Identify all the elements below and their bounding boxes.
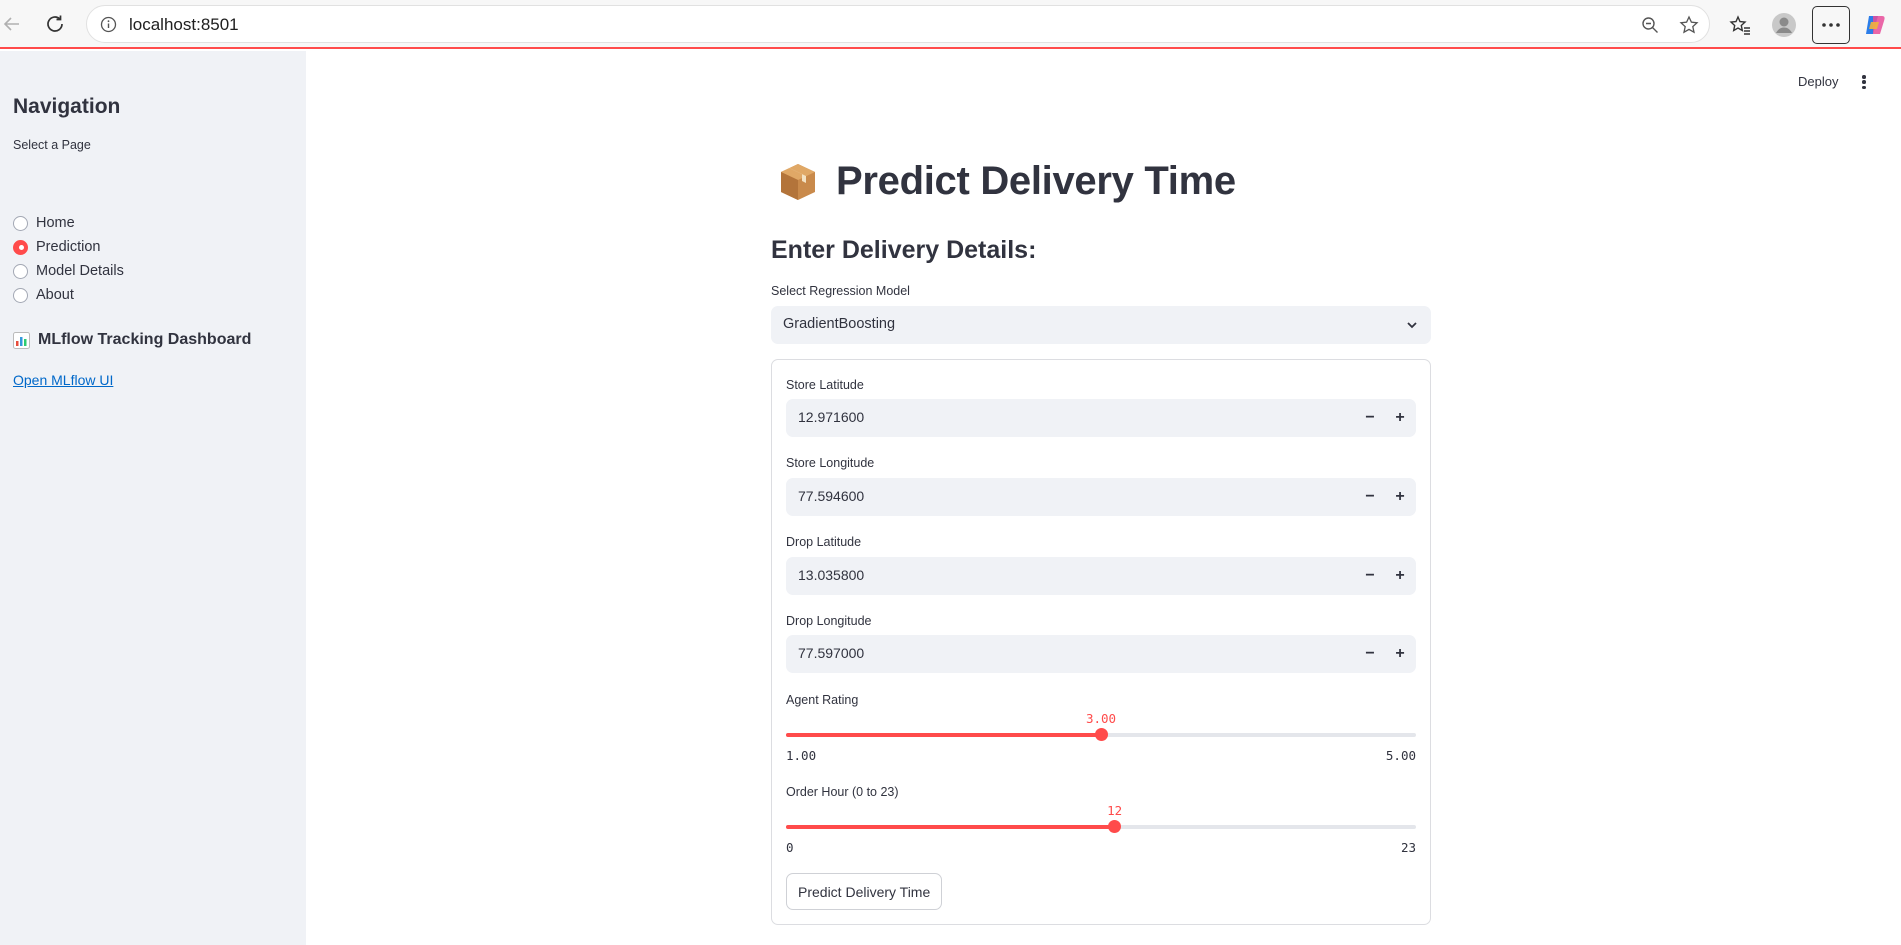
reload-icon[interactable] bbox=[43, 12, 67, 36]
increment-button[interactable]: + bbox=[1388, 485, 1412, 509]
bar-chart-icon bbox=[13, 331, 30, 349]
profile-avatar-icon[interactable] bbox=[1771, 12, 1797, 38]
page-title: Predict Delivery Time bbox=[776, 159, 1236, 204]
back-arrow-icon[interactable] bbox=[0, 12, 24, 36]
agent-rating-label: Agent Rating bbox=[786, 693, 859, 707]
model-select-label: Select Regression Model bbox=[771, 284, 910, 298]
drop-longitude-value: 77.597000 bbox=[798, 645, 865, 661]
store-longitude-value: 77.594600 bbox=[798, 488, 865, 504]
mlflow-subheader: MLflow Tracking Dashboard bbox=[13, 331, 251, 349]
main-menu-icon[interactable] bbox=[1857, 73, 1871, 91]
increment-button[interactable]: + bbox=[1388, 642, 1412, 666]
drop-latitude-label: Drop Latitude bbox=[786, 535, 862, 549]
model-select-dropdown[interactable]: GradientBoosting bbox=[771, 306, 1431, 344]
sidebar-title: Navigation bbox=[13, 95, 121, 118]
increment-button[interactable]: + bbox=[1388, 406, 1412, 430]
model-select-value: GradientBoosting bbox=[783, 316, 896, 332]
zoom-out-icon[interactable] bbox=[1641, 16, 1659, 39]
slider-fill bbox=[786, 825, 1115, 829]
drop-latitude-value: 13.035800 bbox=[798, 567, 865, 583]
agent-rating-slider[interactable] bbox=[786, 728, 1416, 741]
radio-label: About bbox=[36, 287, 74, 303]
address-bar[interactable]: localhost:8501 bbox=[86, 5, 1710, 43]
agent-rating-value: 3.00 bbox=[1085, 711, 1117, 726]
more-menu-icon[interactable] bbox=[1812, 6, 1850, 44]
radio-label: Prediction bbox=[36, 239, 101, 255]
order-hour-slider[interactable] bbox=[786, 820, 1416, 833]
radio-button-selected[interactable] bbox=[13, 239, 28, 255]
decrement-button[interactable]: − bbox=[1358, 406, 1382, 430]
page-select-label: Select a Page bbox=[13, 138, 91, 152]
predict-delivery-time-button[interactable]: Predict Delivery Time bbox=[786, 873, 943, 910]
radio-button[interactable] bbox=[13, 263, 28, 279]
drop-longitude-label: Drop Longitude bbox=[786, 614, 872, 628]
radio-label: Home bbox=[36, 215, 75, 231]
sidebar-radio-prediction[interactable]: Prediction bbox=[13, 237, 100, 257]
agent-rating-max: 5.00 bbox=[1385, 748, 1416, 763]
browser-toolbar: localhost:8501 bbox=[0, 0, 1901, 49]
deploy-button[interactable]: Deploy bbox=[1798, 74, 1838, 89]
radio-label: Model Details bbox=[36, 263, 124, 279]
slider-fill bbox=[786, 733, 1101, 737]
radio-button[interactable] bbox=[13, 215, 28, 231]
order-hour-max: 23 bbox=[1400, 840, 1416, 855]
increment-button[interactable]: + bbox=[1388, 564, 1412, 588]
info-icon[interactable] bbox=[100, 16, 117, 33]
package-box-icon bbox=[776, 160, 820, 204]
store-latitude-input[interactable]: 12.971600 − + bbox=[786, 399, 1416, 437]
sidebar-radio-home[interactable]: Home bbox=[13, 213, 75, 233]
chevron-down-icon bbox=[1405, 318, 1419, 337]
radio-button[interactable] bbox=[13, 287, 28, 303]
order-hour-label: Order Hour (0 to 23) bbox=[786, 785, 899, 799]
mlflow-subheader-text: MLflow Tracking Dashboard bbox=[38, 331, 252, 348]
bookmark-star-icon[interactable] bbox=[1679, 15, 1699, 40]
favorites-icon[interactable] bbox=[1727, 12, 1753, 38]
store-latitude-label: Store Latitude bbox=[786, 378, 864, 392]
decrement-button[interactable]: − bbox=[1358, 564, 1382, 588]
open-mlflow-link[interactable]: Open MLflow UI bbox=[13, 372, 113, 388]
sidebar-radio-model-details[interactable]: Model Details bbox=[13, 261, 124, 281]
order-hour-min: 0 bbox=[786, 840, 794, 855]
copilot-icon[interactable] bbox=[1862, 12, 1888, 38]
store-longitude-label: Store Longitude bbox=[786, 456, 875, 470]
section-title: Enter Delivery Details: bbox=[771, 236, 1037, 264]
order-hour-value: 12 bbox=[1107, 803, 1123, 818]
page-title-text: Predict Delivery Time bbox=[836, 159, 1236, 203]
agent-rating-min: 1.00 bbox=[786, 748, 817, 763]
slider-thumb[interactable] bbox=[1094, 728, 1108, 741]
url-text: localhost:8501 bbox=[129, 15, 239, 34]
sidebar-radio-about[interactable]: About bbox=[13, 285, 74, 305]
drop-latitude-input[interactable]: 13.035800 − + bbox=[786, 557, 1416, 595]
decrement-button[interactable]: − bbox=[1358, 642, 1382, 666]
sidebar bbox=[0, 51, 306, 945]
drop-longitude-input[interactable]: 77.597000 − + bbox=[786, 635, 1416, 673]
decrement-button[interactable]: − bbox=[1358, 485, 1382, 509]
store-latitude-value: 12.971600 bbox=[798, 409, 865, 425]
store-longitude-input[interactable]: 77.594600 − + bbox=[786, 478, 1416, 516]
